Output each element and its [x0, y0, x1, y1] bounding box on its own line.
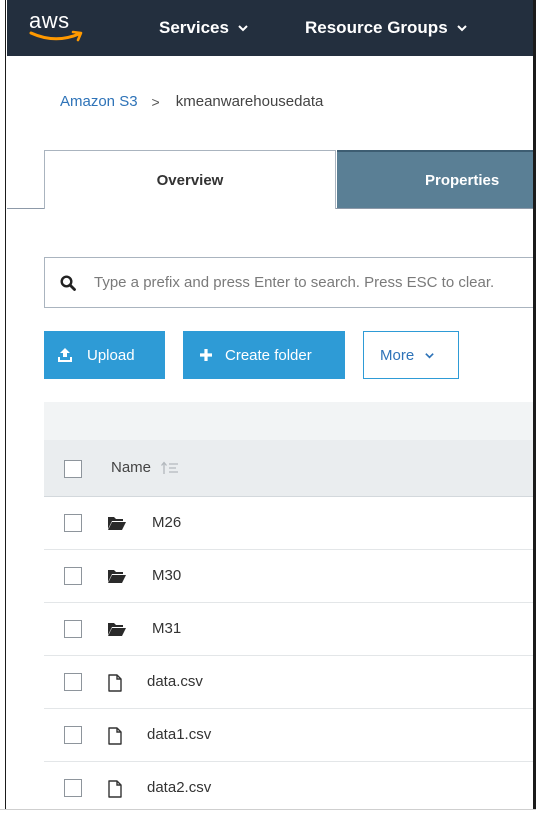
upload-button[interactable]: Upload [44, 331, 165, 379]
window-left-edge [0, 0, 6, 818]
row-checkbox[interactable] [64, 779, 82, 797]
object-list: M26 M30 M31 data.csv data1.csv data2.csv [44, 497, 533, 815]
table-toolbar-band [44, 402, 533, 440]
object-name-link[interactable]: M26 [152, 514, 181, 531]
object-name-link[interactable]: data1.csv [147, 726, 211, 743]
chevron-down-icon [425, 352, 434, 359]
row-checkbox[interactable] [64, 514, 82, 532]
tab-overview[interactable]: Overview [44, 150, 336, 209]
folder-icon [108, 623, 126, 636]
row-checkbox[interactable] [64, 567, 82, 585]
breadcrumb-amazon-s3-link[interactable]: Amazon S3 [60, 93, 138, 110]
name-column-header[interactable]: Name [111, 459, 179, 476]
upload-label: Upload [87, 346, 135, 364]
tab-properties-label: Properties [425, 171, 500, 189]
object-name-link[interactable]: M31 [152, 620, 181, 637]
object-name-link[interactable]: data2.csv [147, 779, 211, 796]
plus-icon [200, 349, 212, 361]
more-label: More [380, 346, 415, 364]
create-folder-button[interactable]: Create folder [183, 331, 345, 379]
services-menu[interactable]: Services [159, 18, 249, 38]
aws-logo[interactable]: aws [29, 8, 89, 48]
upload-icon [58, 348, 72, 362]
table-row[interactable]: data.csv [44, 656, 533, 709]
table-row[interactable]: M30 [44, 550, 533, 603]
breadcrumb-current-bucket: kmeanwarehousedata [175, 93, 324, 110]
table-row[interactable]: M26 [44, 497, 533, 550]
file-icon [108, 780, 122, 798]
search-input[interactable] [94, 274, 514, 291]
table-header: Name [44, 440, 533, 497]
object-name-link[interactable]: M30 [152, 567, 181, 584]
file-icon [108, 727, 122, 745]
tab-properties[interactable]: Properties [337, 150, 533, 208]
breadcrumb: Amazon S3 > kmeanwarehousedata [60, 93, 323, 110]
sort-ascending-icon [161, 460, 179, 474]
prefix-search-box [44, 257, 533, 308]
folder-icon [108, 517, 126, 530]
table-row[interactable]: data2.csv [44, 762, 533, 815]
window-bottom-edge [0, 809, 536, 818]
more-actions-button[interactable]: More [363, 331, 459, 379]
search-icon [60, 274, 76, 291]
row-checkbox[interactable] [64, 726, 82, 744]
object-name-link[interactable]: data.csv [147, 673, 203, 690]
folder-icon [108, 570, 126, 583]
top-navigation-bar: aws Services Resource Groups [7, 0, 533, 56]
resource-groups-label: Resource Groups [305, 18, 448, 37]
table-row[interactable]: data1.csv [44, 709, 533, 762]
file-icon [108, 674, 122, 692]
table-row[interactable]: M31 [44, 603, 533, 656]
create-folder-label: Create folder [225, 346, 312, 364]
row-checkbox[interactable] [64, 620, 82, 638]
chevron-down-icon [238, 25, 248, 32]
name-column-label: Name [111, 459, 152, 476]
resource-groups-menu[interactable]: Resource Groups [305, 18, 468, 38]
tab-overview-label: Overview [156, 171, 224, 189]
chevron-down-icon [456, 25, 467, 32]
row-checkbox[interactable] [64, 673, 82, 691]
breadcrumb-separator: > [151, 93, 160, 110]
services-label: Services [159, 18, 229, 37]
aws-smile-icon [29, 30, 83, 42]
select-all-checkbox[interactable] [64, 460, 82, 478]
